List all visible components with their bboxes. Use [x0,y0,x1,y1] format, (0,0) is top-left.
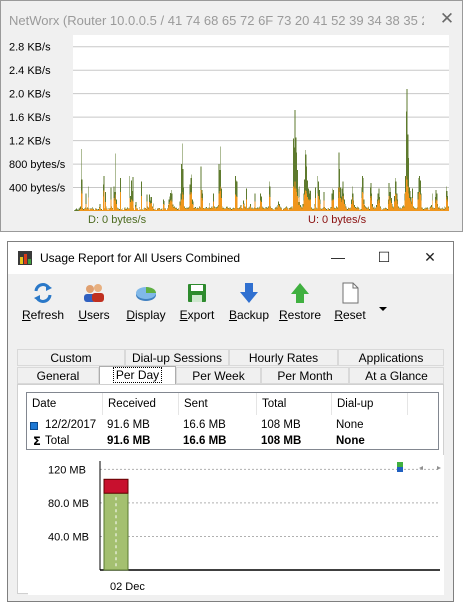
tab-general[interactable]: General [17,367,99,384]
graph-y-tick-label: 2.0 KB/s [9,89,51,101]
export-label: Export [179,308,215,322]
total-label: Total [45,435,70,447]
per-day-panel: Date Received Sent Total Dial-up 12/2/20… [17,384,444,595]
tab-dial-up-sessions[interactable]: Dial-up Sessions [125,349,229,366]
cell-total: 108 MB [261,419,301,431]
legend-received-swatch [397,462,403,467]
chart-x-tick-label: 02 Dec [110,581,145,593]
chart-y-tick-label: 120 MB [48,464,86,476]
graph-y-tick-label: 1.2 KB/s [9,136,51,148]
minimize-button[interactable]: — [315,242,361,274]
users-icon [84,284,104,302]
graph-close-icon[interactable]: ✕ [436,9,458,29]
column-header-received[interactable]: Received [103,393,179,415]
reset-dropdown-icon[interactable] [378,306,388,312]
display-label: Display [126,308,166,322]
sent-bar [103,478,129,494]
maximize-button[interactable]: ☐ [361,242,407,274]
report-title-bar[interactable]: Usage Report for All Users Combined — ☐ … [8,242,453,274]
reset-label: Reset [334,308,366,322]
export-button[interactable]: Export [174,282,220,332]
pie-chart-icon [136,287,156,301]
cell-dial-up: None [336,419,364,431]
total-dial-up: None [336,435,365,447]
graph-y-tick-label: 2.8 KB/s [9,42,51,54]
total-sent: 16.6 MB [183,435,227,447]
sigma-icon: Σ [33,434,41,448]
total-total: 108 MB [261,435,302,447]
display-button[interactable]: Display [122,282,170,332]
graph-y-tick-label: 400 bytes/s [9,183,66,195]
refresh-label: Refresh [21,308,65,322]
refresh-button[interactable]: Refresh [18,282,68,332]
report-window-title: Usage Report for All Users Combined [40,251,241,265]
tab-hourly-rates[interactable]: Hourly Rates [229,349,338,366]
graph-status-bar: D: 0 bytes/s U: 0 bytes/s [1,212,462,230]
column-header-total[interactable]: Total [257,393,332,415]
chart-background [28,455,444,595]
tab-at-a-glance[interactable]: At a Glance [349,367,444,384]
document-icon [342,282,359,304]
restore-button[interactable]: Restore [276,282,324,332]
floppy-disk-icon [188,284,206,302]
arrow-down-icon [240,283,258,303]
tab-per-day[interactable]: Per Day [99,366,176,385]
column-header-sent[interactable]: Sent [179,393,257,415]
tab-applications[interactable]: Applications [338,349,444,366]
graph-y-tick-label: 800 bytes/s [9,159,66,171]
chart-y-tick-label: 80.0 MB [48,498,89,510]
users-label: Users [78,308,110,322]
arrow-up-icon [291,283,309,303]
backup-label: Backup [228,308,270,322]
backup-button[interactable]: Backup [226,282,272,332]
cell-received: 91.6 MB [107,419,150,431]
reset-button[interactable]: Reset [330,282,370,332]
graph-window-title: NetWorx (Router 10.0.0.5 / 41 74 68 65 7… [9,13,424,28]
networx-graph-window: NetWorx (Router 10.0.0.5 / 41 74 68 65 7… [0,0,463,232]
tab-per-month[interactable]: Per Month [261,367,349,384]
download-rate-label: D: 0 bytes/s [88,214,147,226]
close-button[interactable]: ✕ [407,242,453,274]
row-color-marker [30,422,38,430]
users-button[interactable]: Users [72,282,116,332]
usage-table: Date Received Sent Total Dial-up 12/2/20… [26,392,439,450]
tab-per-day-label: Per Day [112,367,163,383]
traffic-graph: 400 bytes/s 800 bytes/s 1.2 KB/s 1.6 KB/s 2.… [9,35,449,211]
refresh-icon [34,283,52,303]
tab-custom[interactable]: Custom [17,349,125,366]
graph-y-tick-label: 2.4 KB/s [9,65,51,77]
tab-per-week[interactable]: Per Week [176,367,261,384]
total-received: 91.6 MB [107,435,151,447]
cell-sent: 16.6 MB [183,419,226,431]
column-header-date[interactable]: Date [27,393,103,415]
graph-y-tick-label: 1.6 KB/s [9,112,51,124]
daily-usage-chart: 40.0 MB 80.0 MB 120 MB 02 Dec [28,455,444,595]
usage-report-window: Usage Report for All Users Combined — ☐ … [7,241,454,602]
upload-rate-label: U: 0 bytes/s [308,214,367,226]
restore-label: Restore [278,308,322,322]
cell-date: 12/2/2017 [45,419,97,431]
report-toolbar: Refresh Users Display Export Backup Rest… [8,282,453,332]
chart-y-tick-label: 40.0 MB [48,531,89,543]
networx-app-icon [18,251,32,265]
legend-sent-swatch [397,467,403,472]
column-header-dial-up[interactable]: Dial-up [332,393,408,415]
